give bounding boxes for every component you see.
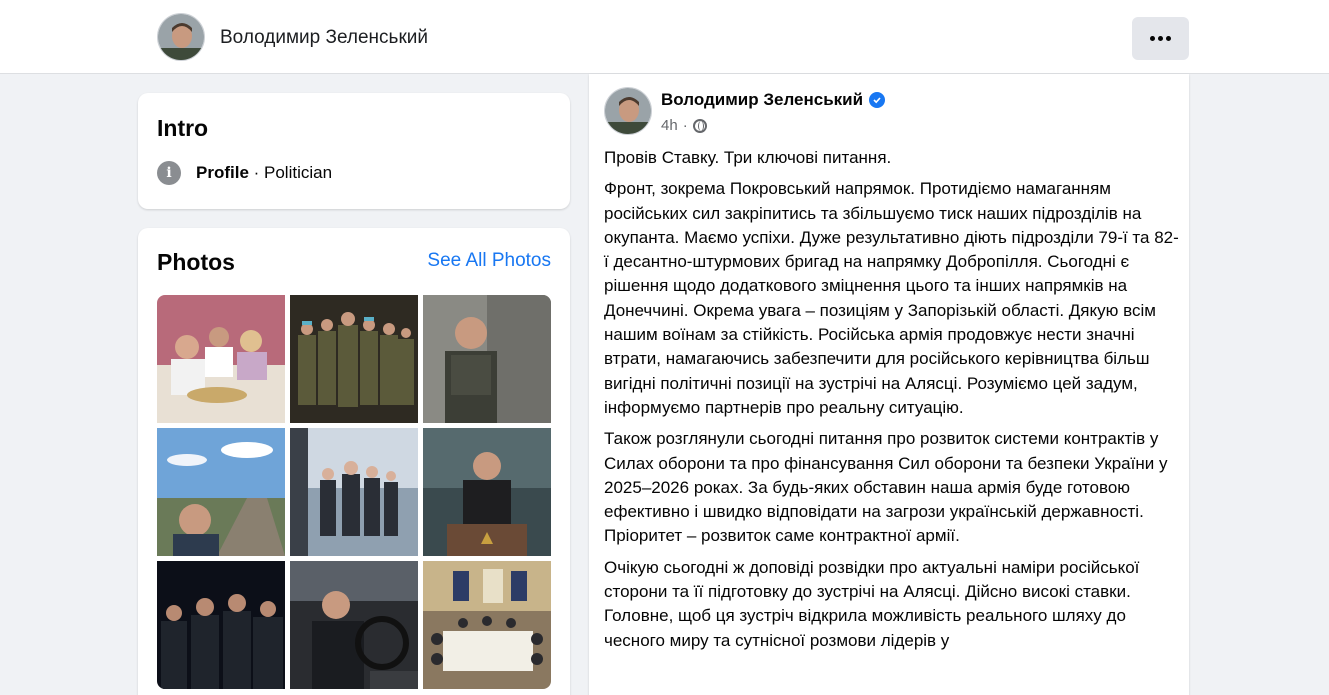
post-author-name[interactable]: Володимир Зеленський — [661, 90, 863, 110]
post-author-avatar[interactable] — [604, 87, 652, 135]
intro-title: Intro — [157, 115, 209, 141]
photo-thumbnail[interactable] — [423, 295, 551, 423]
post-timestamp[interactable]: 4h — [661, 117, 678, 134]
photo-thumbnail[interactable] — [290, 295, 418, 423]
profile-label: Profile — [196, 163, 249, 182]
profile-category: Politician — [264, 163, 333, 182]
photo-thumbnail[interactable] — [290, 561, 418, 689]
profile-avatar[interactable] — [157, 13, 205, 61]
post-paragraph: Також розглянули сьогодні питання про ро… — [604, 429, 1168, 546]
see-all-photos-link[interactable]: See All Photos — [427, 250, 551, 272]
globe-icon[interactable] — [692, 118, 707, 133]
photo-thumbnail[interactable] — [290, 428, 418, 556]
photos-title: Photos — [157, 249, 235, 275]
post-paragraph: Провів Ставку. Три ключові питання. — [604, 148, 892, 167]
intro-card: Intro i Profile · Politician — [138, 93, 570, 209]
verified-badge-icon — [869, 92, 885, 108]
intro-profile-line: Profile · Politician — [196, 163, 332, 183]
meta-separator: · — [682, 117, 688, 134]
post-paragraph: Очікую сьогодні ж доповіді розвідки про … — [604, 557, 1140, 650]
photo-thumbnail[interactable] — [423, 561, 551, 689]
photo-grid — [157, 295, 551, 689]
more-options-button[interactable] — [1132, 17, 1189, 60]
photo-thumbnail[interactable] — [423, 428, 551, 556]
post-meta: 4h · — [661, 117, 707, 134]
post-card: Володимир Зеленський 4h · Провів Ставку.… — [589, 74, 1189, 695]
photo-thumbnail[interactable] — [157, 561, 285, 689]
post-body: Провів Ставку. Три ключові питання. Фрон… — [604, 146, 1179, 660]
info-icon: i — [157, 161, 181, 185]
photos-card: Photos See All Photos — [138, 228, 570, 695]
post-paragraph: Фронт, зокрема Покровський напрямок. Про… — [604, 179, 1179, 417]
more-dots-icon — [1150, 36, 1155, 41]
profile-header-bar: Володимир Зеленський — [0, 0, 1329, 74]
profile-name[interactable]: Володимир Зеленський — [220, 27, 428, 49]
separator: · — [248, 163, 265, 182]
photo-thumbnail[interactable] — [157, 428, 285, 556]
photo-thumbnail[interactable] — [157, 295, 285, 423]
